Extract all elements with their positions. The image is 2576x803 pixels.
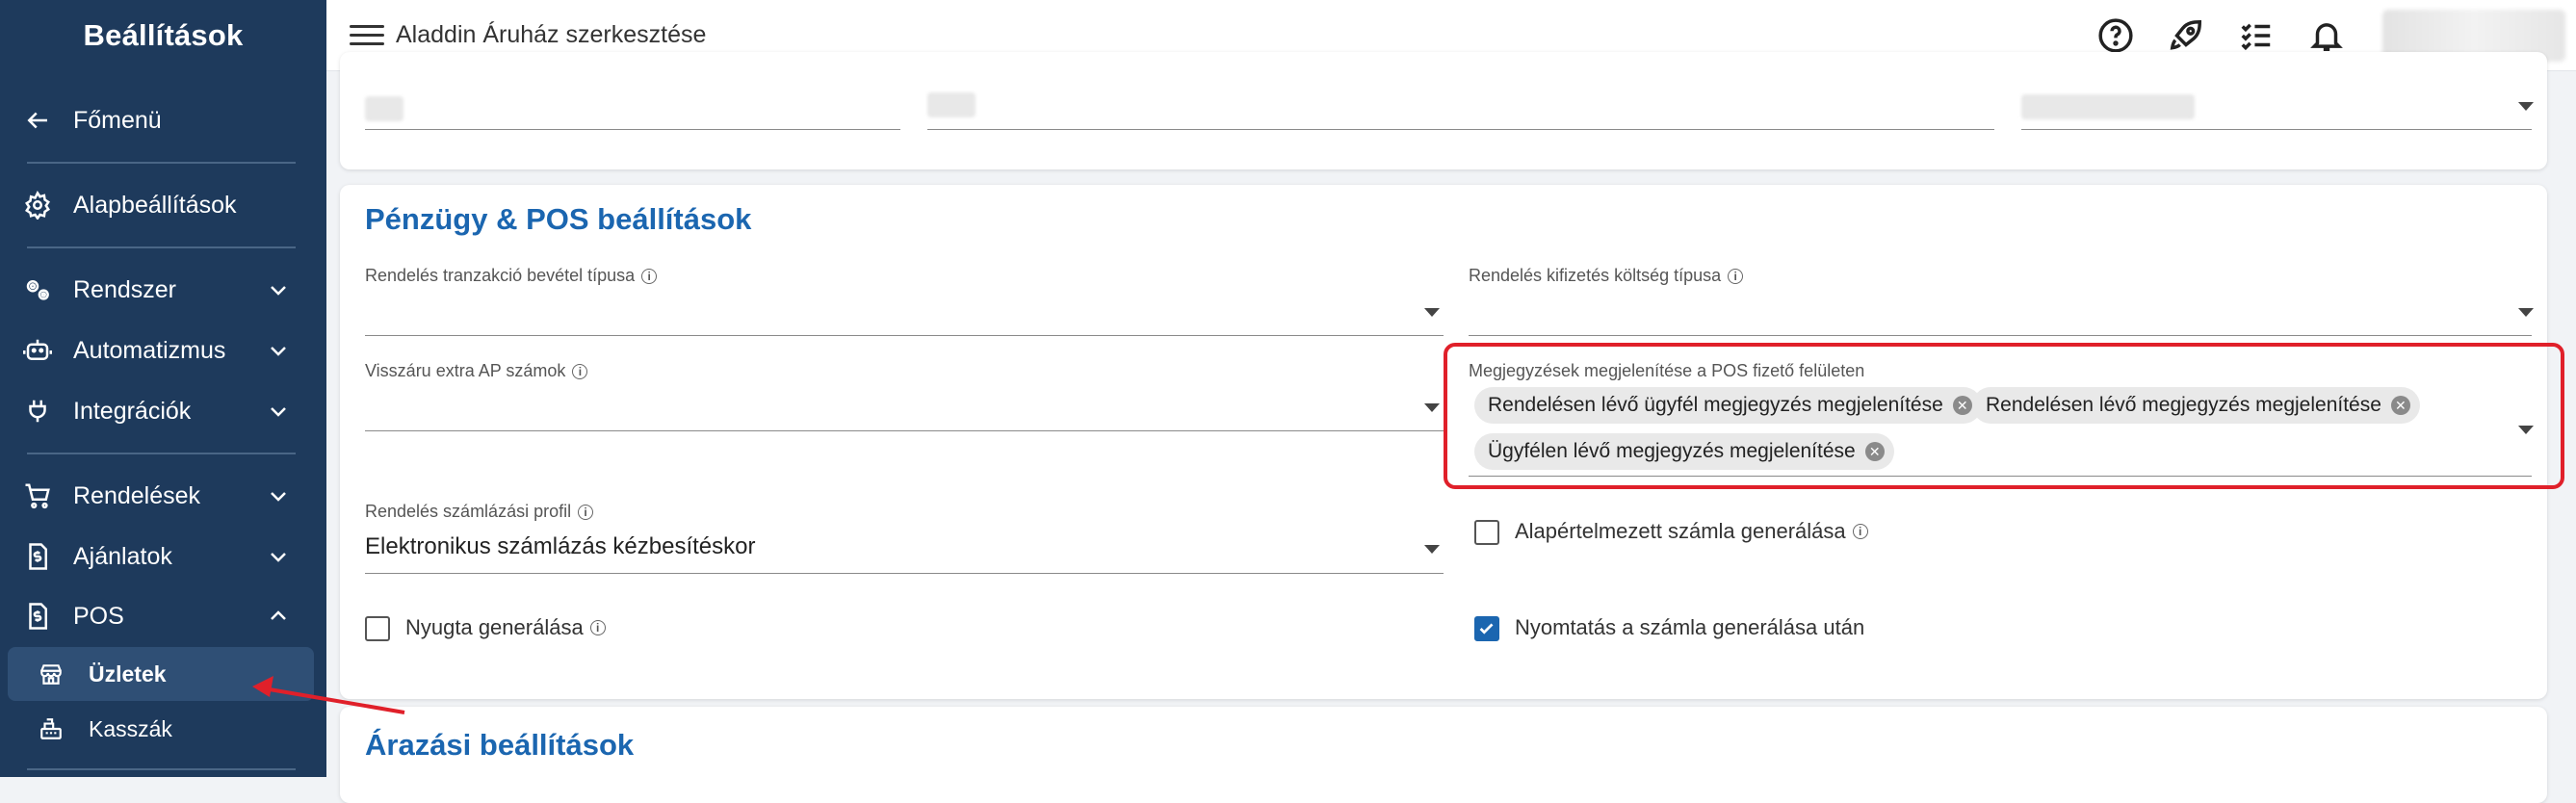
- sidebar-subitem-label: Kasszák: [89, 715, 172, 741]
- sidebar-item-label: Főmenü: [73, 106, 162, 134]
- pricing-settings-card: Árazási beállítások: [340, 707, 2547, 803]
- info-icon[interactable]: i: [1852, 524, 1868, 539]
- arrow-left-icon: [21, 104, 54, 137]
- dropdown-arrow-icon[interactable]: [1424, 545, 1440, 554]
- sidebar-item-label: Automatizmus: [73, 336, 226, 364]
- sidebar-divider: [27, 768, 296, 770]
- section-title: Pénzügy & POS beállítások: [365, 202, 752, 236]
- sidebar-item-label: POS: [73, 602, 124, 630]
- label-text: Visszáru extra AP számok: [365, 361, 566, 380]
- highlight-annotation-box: [1444, 343, 2564, 489]
- dropdown-arrow-icon[interactable]: [2518, 102, 2534, 111]
- label-text: Rendelés kifizetés költség típusa: [1469, 266, 1722, 285]
- blurred-value: [2021, 94, 2195, 119]
- field-underline: [927, 129, 1994, 130]
- main-content: Pénzügy & POS beállítások Rendelés tranz…: [326, 52, 2576, 803]
- robot-icon: [21, 334, 54, 367]
- sidebar-item-label: Ajánlatok: [73, 542, 172, 570]
- order-invoice-profile-value: Elektronikus számlázás kézbesítéskor: [365, 533, 756, 559]
- hamburger-menu-button[interactable]: [350, 19, 384, 50]
- label-text: Rendelés tranzakció bevétel típusa: [365, 266, 636, 285]
- sidebar-item-orders[interactable]: Rendelések: [0, 467, 326, 525]
- field-label: Rendelés számlázási profil i: [365, 502, 594, 522]
- checkmark-icon: [1479, 623, 1494, 635]
- checklist-icon[interactable]: [2236, 15, 2277, 56]
- sidebar-item-label: Rendszer: [73, 275, 176, 303]
- gear-icon: [21, 189, 54, 221]
- checkbox-label: Nyugta generálása i: [405, 615, 606, 640]
- gears-icon: [21, 273, 54, 306]
- document-dollar-icon: [21, 600, 54, 633]
- plug-icon: [21, 395, 54, 427]
- page-title: Aladdin Áruház szerkesztése: [396, 21, 707, 48]
- checkbox-label: Alapértelmezett számla generálása i: [1515, 519, 1868, 544]
- sidebar-subitem-stores[interactable]: Üzletek: [8, 647, 314, 701]
- sidebar-item-basic-settings[interactable]: Alapbeállítások: [0, 176, 326, 234]
- blurred-value: [365, 96, 403, 121]
- order-payment-cost-type-select[interactable]: [1469, 335, 2532, 336]
- sidebar-item-label: Integrációk: [73, 397, 192, 425]
- sidebar-title: Beállítások: [83, 18, 244, 52]
- cash-register-icon: [37, 714, 65, 743]
- sidebar-divider: [27, 453, 296, 454]
- chevron-down-icon: [267, 545, 290, 568]
- blurred-value: [927, 92, 976, 117]
- sidebar-item-label: Alapbeállítások: [73, 191, 237, 219]
- sidebar-subitem-cash-registers[interactable]: Kasszák: [8, 702, 314, 756]
- chevron-down-icon: [267, 400, 290, 423]
- section-title: Árazási beállítások: [365, 728, 635, 762]
- store-icon: [37, 660, 65, 688]
- print-after-invoice-checkbox[interactable]: [1474, 616, 1499, 641]
- help-icon[interactable]: [2095, 15, 2136, 56]
- info-icon[interactable]: i: [578, 504, 594, 520]
- label-text: Rendelés számlázási profil: [365, 502, 572, 521]
- label-text: Nyugta generálása: [405, 615, 584, 639]
- field-label: Visszáru extra AP számok i: [365, 361, 588, 381]
- default-invoice-generation-checkbox[interactable]: [1474, 520, 1499, 545]
- dropdown-arrow-icon[interactable]: [2518, 308, 2534, 317]
- field-label: Rendelés kifizetés költség típusa i: [1469, 266, 1744, 286]
- sidebar-item-offers[interactable]: Ajánlatok: [0, 528, 326, 585]
- info-icon[interactable]: i: [1728, 268, 1744, 284]
- sidebar-item-system[interactable]: Rendszer: [0, 261, 326, 319]
- rocket-icon[interactable]: [2166, 15, 2206, 56]
- sidebar-item-automation[interactable]: Automatizmus: [0, 322, 326, 379]
- field-underline: [365, 129, 900, 130]
- chevron-down-icon: [267, 278, 290, 301]
- order-invoice-profile-select[interactable]: [365, 573, 1444, 574]
- finance-pos-settings-card: Pénzügy & POS beállítások Rendelés tranz…: [340, 185, 2564, 699]
- bell-icon[interactable]: [2306, 15, 2347, 56]
- sidebar-item-main-menu[interactable]: Főmenü: [0, 91, 326, 149]
- chevron-down-icon: [267, 484, 290, 507]
- receipt-generation-checkbox[interactable]: [365, 616, 390, 641]
- dropdown-arrow-icon[interactable]: [1424, 403, 1440, 412]
- cart-icon: [21, 479, 54, 512]
- chevron-down-icon: [267, 339, 290, 362]
- return-extra-ap-numbers-select[interactable]: [365, 430, 1444, 431]
- sidebar-item-label: Rendelések: [73, 481, 201, 509]
- info-icon[interactable]: i: [589, 620, 606, 635]
- field-underline: [2021, 129, 2532, 130]
- order-transaction-income-type-select[interactable]: [365, 335, 1444, 336]
- checkbox-label: Nyomtatás a számla generálása után: [1515, 615, 1864, 640]
- label-text: Nyomtatás a számla generálása után: [1515, 615, 1865, 639]
- previous-settings-card: [340, 52, 2547, 169]
- chevron-up-icon: [267, 605, 290, 628]
- sidebar-divider: [27, 162, 296, 164]
- label-text: Alapértelmezett számla generálása: [1515, 519, 1846, 543]
- info-icon[interactable]: i: [641, 268, 658, 284]
- sidebar-item-integrations[interactable]: Integrációk: [0, 382, 326, 440]
- field-label: Rendelés tranzakció bevétel típusa i: [365, 266, 658, 286]
- info-icon[interactable]: i: [572, 363, 588, 379]
- document-dollar-icon: [21, 540, 54, 573]
- sidebar-divider: [27, 246, 296, 248]
- sidebar-item-pos[interactable]: POS: [0, 587, 326, 645]
- dropdown-arrow-icon[interactable]: [1424, 308, 1440, 317]
- sidebar: Beállítások Főmenü Alapbeállítások Rends…: [0, 0, 326, 777]
- sidebar-subitem-label: Üzletek: [89, 661, 167, 686]
